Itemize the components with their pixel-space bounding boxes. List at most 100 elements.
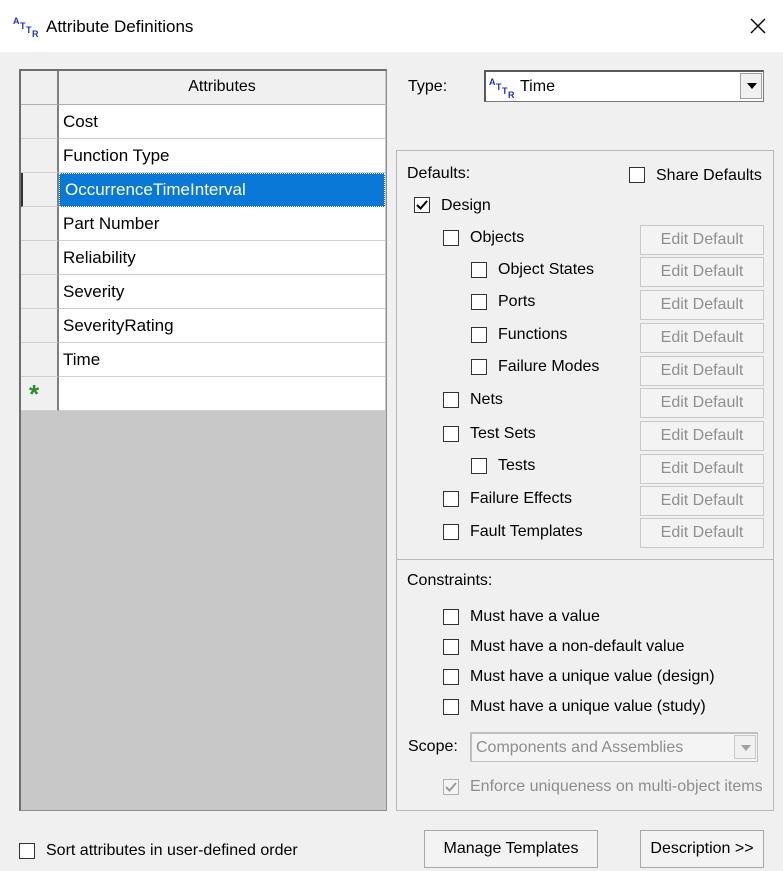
defaults-label: Defaults: xyxy=(407,165,471,182)
sort-attributes-label: Sort attributes in user-defined order xyxy=(46,842,298,859)
edit-default-button-ports[interactable]: Edit Default xyxy=(640,290,764,320)
failure-modes-checkbox[interactable] xyxy=(471,359,487,375)
attribute-cell[interactable]: SeverityRating xyxy=(59,309,385,343)
must-have-non-default-checkbox[interactable] xyxy=(443,639,459,655)
share-defaults-checkbox[interactable] xyxy=(629,167,645,183)
nets-label: Nets xyxy=(470,391,503,408)
manage-templates-button[interactable]: Manage Templates xyxy=(424,830,598,868)
row-header[interactable] xyxy=(21,241,59,275)
edit-default-button-failure-effects[interactable]: Edit Default xyxy=(640,486,764,516)
attribute-cell[interactable]: Severity xyxy=(59,275,385,309)
functions-label: Functions xyxy=(498,326,568,343)
attr-icon: A T T R xyxy=(13,15,39,39)
failure-effects-label: Failure Effects xyxy=(470,490,572,507)
row-header[interactable] xyxy=(21,173,59,207)
nets-checkbox[interactable] xyxy=(443,392,459,408)
checkmark-icon xyxy=(445,782,457,792)
test-sets-checkbox[interactable] xyxy=(443,426,459,442)
row-header[interactable] xyxy=(21,275,59,309)
ports-checkbox[interactable] xyxy=(471,294,487,310)
fault-templates-checkbox[interactable] xyxy=(443,524,459,540)
attribute-cell[interactable]: Part Number xyxy=(59,207,385,241)
edit-default-button-tests[interactable]: Edit Default xyxy=(640,454,764,484)
close-button[interactable] xyxy=(738,8,778,44)
functions-checkbox[interactable] xyxy=(471,327,487,343)
failure-modes-label: Failure Modes xyxy=(498,358,600,375)
objects-label: Objects xyxy=(470,229,525,246)
attribute-cell[interactable]: Reliability xyxy=(59,241,385,275)
group-divider xyxy=(396,559,774,560)
design-checkbox[interactable] xyxy=(414,197,430,213)
row-header[interactable] xyxy=(21,105,59,139)
design-label: Design xyxy=(441,197,491,214)
table-row[interactable]: Time xyxy=(21,343,385,377)
edit-default-button-nets[interactable]: Edit Default xyxy=(640,388,764,418)
table-row[interactable]: Severity xyxy=(21,275,385,309)
table-row[interactable]: Cost xyxy=(21,105,385,139)
table-row-selected[interactable]: OccurrenceTimeInterval xyxy=(21,173,385,207)
scope-label: Scope: xyxy=(408,738,458,755)
unique-design-label: Must have a unique value (design) xyxy=(470,668,715,685)
table-row[interactable]: SeverityRating xyxy=(21,309,385,343)
must-have-value-label: Must have a value xyxy=(470,608,600,625)
dropdown-arrow-button[interactable] xyxy=(740,73,762,99)
attribute-cell[interactable]: OccurrenceTimeInterval xyxy=(59,173,385,207)
svg-text:A: A xyxy=(13,16,20,26)
new-row[interactable]: * xyxy=(21,377,385,411)
edit-default-button-objects[interactable]: Edit Default xyxy=(640,225,764,255)
table-row[interactable]: Function Type xyxy=(21,139,385,173)
row-header[interactable] xyxy=(21,207,59,241)
test-sets-label: Test Sets xyxy=(470,425,536,442)
table-row[interactable]: Reliability xyxy=(21,241,385,275)
row-header[interactable] xyxy=(21,343,59,377)
must-have-value-checkbox[interactable] xyxy=(443,609,459,625)
checkmark-icon xyxy=(416,200,428,210)
chevron-down-icon xyxy=(741,745,751,751)
enforce-uniqueness-label: Enforce uniqueness on multi-object items xyxy=(470,778,763,795)
scope-value: Components and Assemblies xyxy=(476,739,684,756)
edit-default-button-test-sets[interactable]: Edit Default xyxy=(640,421,764,451)
objects-checkbox[interactable] xyxy=(443,230,459,246)
grid-header-attributes[interactable]: Attributes xyxy=(59,71,385,105)
edit-default-button-failure-modes[interactable]: Edit Default xyxy=(640,356,764,386)
type-value: Time xyxy=(520,78,555,95)
ports-label: Ports xyxy=(498,293,536,310)
edit-default-button-object-states[interactable]: Edit Default xyxy=(640,257,764,287)
fault-templates-label: Fault Templates xyxy=(470,523,583,540)
description-button[interactable]: Description >> xyxy=(640,830,764,868)
attribute-cell[interactable]: Cost xyxy=(59,105,385,139)
unique-study-checkbox[interactable] xyxy=(443,699,459,715)
type-dropdown[interactable]: A T T R Time xyxy=(484,70,764,102)
enforce-uniqueness-checkbox[interactable] xyxy=(443,779,459,795)
new-attribute-cell[interactable] xyxy=(59,377,385,411)
row-header[interactable] xyxy=(21,309,59,343)
grid-corner[interactable] xyxy=(21,71,59,105)
edit-default-button-fault-templates[interactable]: Edit Default xyxy=(640,518,764,548)
scope-dropdown[interactable]: Components and Assemblies xyxy=(470,732,758,762)
must-have-non-default-label: Must have a non-default value xyxy=(470,638,685,655)
unique-design-checkbox[interactable] xyxy=(443,669,459,685)
edit-default-button-functions[interactable]: Edit Default xyxy=(640,323,764,353)
tests-label: Tests xyxy=(498,457,536,474)
table-row[interactable]: Part Number xyxy=(21,207,385,241)
tests-checkbox[interactable] xyxy=(471,458,487,474)
chevron-down-icon xyxy=(747,83,757,89)
object-states-checkbox[interactable] xyxy=(471,262,487,278)
object-states-label: Object States xyxy=(498,261,595,278)
failure-effects-checkbox[interactable] xyxy=(443,491,459,507)
window-title: Attribute Definitions xyxy=(46,17,194,36)
attribute-cell[interactable]: Function Type xyxy=(59,139,385,173)
unique-study-label: Must have a unique value (study) xyxy=(470,698,706,715)
attributes-grid[interactable]: Attributes Cost Function Type Occurrence… xyxy=(19,69,387,811)
share-defaults-label: Share Defaults xyxy=(656,167,762,184)
svg-text:R: R xyxy=(32,29,39,37)
new-row-star-icon: * xyxy=(29,379,40,409)
attr-icon: A T T R xyxy=(489,76,515,103)
close-icon xyxy=(750,18,766,34)
row-header[interactable] xyxy=(21,139,59,173)
dropdown-arrow-button[interactable] xyxy=(734,735,756,759)
svg-text:R: R xyxy=(508,90,515,98)
sort-attributes-checkbox[interactable] xyxy=(19,843,35,859)
row-header[interactable]: * xyxy=(21,377,59,411)
attribute-cell[interactable]: Time xyxy=(59,343,385,377)
